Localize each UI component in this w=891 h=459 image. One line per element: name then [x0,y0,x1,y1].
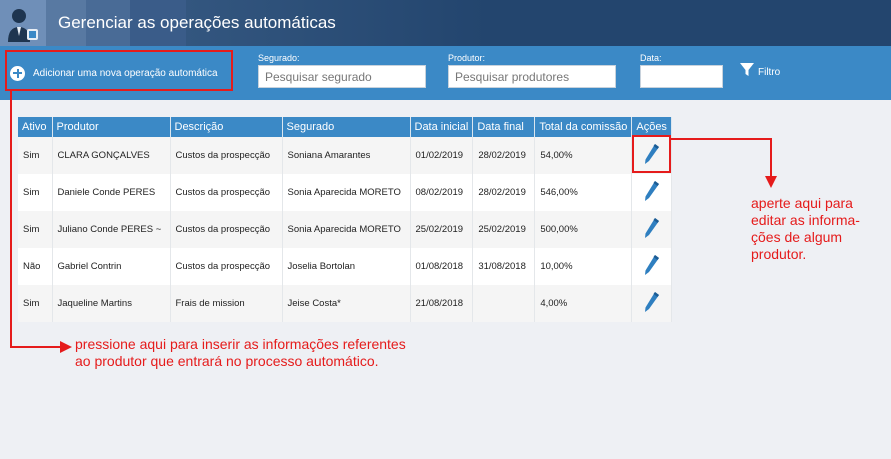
pen-icon[interactable] [644,180,660,202]
table-row[interactable]: Não Gabriel Contrin Custos da prospecção… [18,248,672,285]
column-header-ativo[interactable]: Ativo [18,117,53,137]
insert-note-line: pressione aqui para inserir as informaçõ… [75,336,406,352]
cell-data-final: 31/08/2018 [472,248,536,285]
table-row[interactable]: Sim Jaqueline Martins Frais de mission J… [18,285,672,322]
cell-segurado: Jeise Costa* [282,285,411,322]
filter-button[interactable]: Filtro [739,62,780,78]
cell-comissao: 10,00% [534,248,633,285]
cell-ativo: Sim [18,174,53,211]
cell-data-inicial: 25/02/2019 [410,211,474,248]
table-row[interactable]: Sim Daniele Conde PERES Custos da prospe… [18,174,672,211]
column-header-data-inicial[interactable]: Data inicial [410,117,474,137]
cell-acoes [631,248,672,285]
annotation-line-vertical [770,138,772,176]
column-header-produtor[interactable]: Produtor [52,117,171,137]
cell-descricao: Custos da prospecção [170,174,283,211]
cell-produtor: Jaqueline Martins [52,285,171,322]
cell-data-inicial: 01/08/2018 [410,248,474,285]
filter-label: Filtro [758,67,781,78]
pen-icon[interactable] [644,254,660,276]
table-header-row: Ativo Produtor Descrição Segurado Data i… [18,117,672,137]
produtor-label: Produtor: [448,53,486,63]
edit-note: aperte aqui para editar as informa- ções… [751,195,860,263]
annotation-line-horizontal [671,138,772,140]
page-title: Gerenciar as operações automáticas [58,13,336,32]
annotation-line-vertical [10,91,12,347]
edit-button-highlight-box [632,135,671,173]
cell-data-final: 25/02/2019 [472,211,536,248]
table-row[interactable]: Sim Juliano Conde PERES ~ Custos da pros… [18,211,672,248]
cell-data-final [472,285,536,322]
annotation-line-horizontal [10,346,62,348]
cell-data-final: 28/02/2019 [472,174,536,211]
cell-segurado: Joselia Bortolan [282,248,411,285]
cell-comissao: 54,00% [534,137,633,174]
column-header-descricao[interactable]: Descrição [170,117,283,137]
title-bar: Gerenciar as operações automáticas [0,0,891,46]
edit-note-line: aperte aqui para [751,195,853,211]
insert-note-line: ao produtor que entrará no processo auto… [75,353,379,369]
cell-ativo: Sim [18,285,53,322]
cell-comissao: 546,00% [534,174,633,211]
column-header-comissao[interactable]: Total da comissão [534,117,633,137]
column-header-data-final[interactable]: Data final [472,117,536,137]
cell-descricao: Frais de mission [170,285,283,322]
date-input[interactable] [640,65,723,88]
cell-descricao: Custos da prospecção [170,211,283,248]
cell-descricao: Custos da prospecção [170,248,283,285]
table-row[interactable]: Sim CLARA GONÇALVES Custos da prospecção… [18,137,672,174]
cell-acoes [631,174,672,211]
edit-note-line: produtor. [751,246,807,262]
cell-segurado: Sonia Aparecida MORETO [282,211,411,248]
cell-produtor: Juliano Conde PERES ~ [52,211,171,248]
edit-note-line: ções de algum [751,229,843,245]
cell-ativo: Sim [18,137,53,174]
cell-acoes [631,211,672,248]
cell-descricao: Custos da prospecção [170,137,283,174]
funnel-icon [740,63,754,76]
data-label: Data: [640,53,662,63]
cell-produtor: CLARA GONÇALVES [52,137,171,174]
pen-icon[interactable] [644,217,660,239]
cell-data-final: 28/02/2019 [472,137,536,174]
cell-segurado: Soniana Amarantes [282,137,411,174]
cell-data-inicial: 01/02/2019 [410,137,474,174]
cell-comissao: 4,00% [534,285,633,322]
cell-produtor: Daniele Conde PERES [52,174,171,211]
cell-comissao: 500,00% [534,211,633,248]
cell-segurado: Sonia Aparecida MORETO [282,174,411,211]
cell-ativo: Sim [18,211,53,248]
operations-table: Ativo Produtor Descrição Segurado Data i… [18,117,672,322]
annotation-arrowhead [60,341,72,353]
produtor-search-input[interactable] [448,65,616,88]
segurado-search-input[interactable] [258,65,426,88]
add-button-highlight-box [5,50,233,91]
cell-data-inicial: 21/08/2018 [410,285,474,322]
column-header-segurado[interactable]: Segurado [282,117,411,137]
annotation-arrowhead [765,176,777,188]
edit-note-line: editar as informa- [751,212,860,228]
cell-data-inicial: 08/02/2019 [410,174,474,211]
cell-ativo: Não [18,248,53,285]
pen-icon[interactable] [644,291,660,313]
user-avatar-icon[interactable] [0,0,46,46]
cell-acoes [631,285,672,322]
cell-produtor: Gabriel Contrin [52,248,171,285]
column-header-acoes: Ações [631,117,672,137]
segurado-label: Segurado: [258,53,300,63]
insert-note: pressione aqui para inserir as informaçõ… [75,336,406,370]
